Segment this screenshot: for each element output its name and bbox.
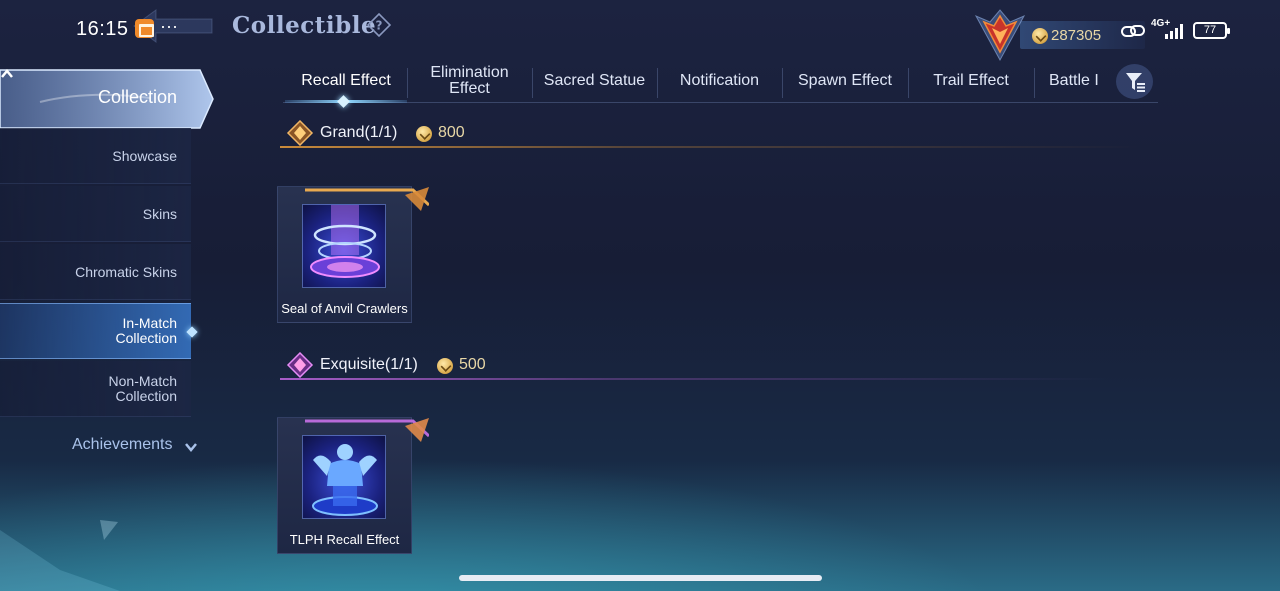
tab-battle[interactable]: Battle I bbox=[1034, 62, 1114, 100]
sidebar-item-label-line1: In-Match bbox=[122, 315, 177, 331]
section-divider bbox=[280, 146, 1140, 148]
tab-recall-effect[interactable]: Recall Effect bbox=[285, 62, 407, 100]
collectible-card[interactable]: TLPH Recall Effect bbox=[277, 417, 429, 554]
tab-label-line2: Effect bbox=[449, 80, 490, 97]
sidebar-item-label: Chromatic Skins bbox=[75, 263, 177, 280]
price-coin-icon bbox=[416, 126, 432, 142]
tab-label: Notification bbox=[679, 72, 760, 89]
tab-label: Battle I bbox=[1049, 72, 1099, 89]
battery-indicator: 77 bbox=[1193, 22, 1230, 39]
status-time: 16:15 bbox=[76, 18, 129, 40]
tab-elimination-effect[interactable]: Elimination Effect bbox=[407, 62, 532, 100]
sidebar-item-showcase[interactable]: Showcase bbox=[0, 128, 191, 184]
help-icon[interactable]: ? bbox=[367, 13, 391, 37]
collectible-name: TLPH Recall Effect bbox=[289, 532, 400, 547]
tab-notification[interactable]: Notification bbox=[657, 62, 782, 100]
sidebar-item-skins[interactable]: Skins bbox=[0, 186, 191, 242]
svg-text:?: ? bbox=[376, 19, 383, 33]
section-header-exquisite: Exquisite(1/1) 500 bbox=[280, 350, 1110, 382]
active-indicator-icon bbox=[186, 326, 198, 338]
page-title: Collectible bbox=[232, 12, 377, 39]
sidebar-item-label: Non-Match Collection bbox=[108, 372, 177, 404]
section-label: Exquisite(1/1) bbox=[320, 356, 418, 373]
sidebar-item-label-line2: Collection bbox=[115, 387, 177, 404]
sidebar-collection-header[interactable]: Collection bbox=[0, 68, 215, 130]
battle-point-coin-icon bbox=[1032, 28, 1048, 44]
collectible-card[interactable]: Seal of Anvil Crawlers bbox=[277, 186, 429, 323]
section-header-grand: Grand(1/1) 800 bbox=[280, 118, 1140, 150]
tab-label-line1: Elimination bbox=[430, 64, 509, 81]
sidebar-item-label: In-Match Collection bbox=[116, 316, 177, 346]
signal-strength-icon bbox=[1165, 24, 1183, 39]
section-price: 500 bbox=[459, 356, 486, 373]
sidebar-item-non-match-collection[interactable]: Non-Match Collection bbox=[0, 361, 191, 417]
currency-value: 287305 bbox=[1051, 27, 1102, 44]
home-indicator[interactable] bbox=[459, 575, 822, 581]
tab-spawn-effect[interactable]: Spawn Effect bbox=[782, 62, 908, 100]
sidebar-item-label: Showcase bbox=[112, 147, 177, 164]
sidebar-achievements[interactable]: Achievements bbox=[72, 436, 173, 454]
tab-label: Recall Effect bbox=[301, 72, 391, 89]
tab-label: Elimination Effect bbox=[430, 65, 508, 97]
sidebar-item-in-match-collection[interactable]: In-Match Collection bbox=[0, 303, 198, 359]
filter-button[interactable] bbox=[1116, 64, 1153, 99]
grand-grade-icon bbox=[286, 120, 314, 146]
tlph-statue-icon bbox=[302, 435, 386, 519]
notification-app-icon bbox=[135, 19, 154, 38]
status-more-dots: ··· bbox=[160, 16, 178, 36]
tab-sacred-statue[interactable]: Sacred Statue bbox=[532, 62, 657, 100]
tab-trail-effect[interactable]: Trail Effect bbox=[908, 62, 1034, 100]
background-crystal-decoration bbox=[0, 520, 120, 591]
link-icon bbox=[1121, 25, 1145, 37]
tab-label: Trail Effect bbox=[933, 72, 1009, 89]
chevron-down-icon[interactable] bbox=[184, 441, 198, 453]
sidebar-item-label: Skins bbox=[142, 205, 177, 222]
section-price: 800 bbox=[438, 124, 465, 141]
section-label: Grand(1/1) bbox=[320, 124, 398, 141]
section-divider bbox=[280, 378, 1110, 380]
anvil-seal-icon bbox=[302, 204, 386, 288]
sidebar-item-chromatic-skins[interactable]: Chromatic Skins bbox=[0, 244, 191, 300]
tab-label: Sacred Statue bbox=[543, 72, 646, 89]
sidebar-item-label-line2: Collection bbox=[115, 330, 177, 346]
sidebar-collection-label: Collection bbox=[97, 87, 177, 107]
exquisite-grade-icon bbox=[286, 352, 314, 378]
price-coin-icon bbox=[437, 358, 453, 374]
sidebar-item-label-line1: Non-Match bbox=[108, 372, 177, 389]
sidebar: Collection Showcase Skins Chromatic Skin… bbox=[0, 66, 215, 486]
rank-emblem-icon[interactable] bbox=[972, 8, 1028, 62]
filter-icon bbox=[1126, 73, 1145, 92]
category-tabs: Recall Effect Elimination Effect Sacred … bbox=[283, 62, 1158, 108]
collectible-name: Seal of Anvil Crawlers bbox=[281, 301, 408, 316]
tab-label: Spawn Effect bbox=[798, 72, 892, 89]
chevron-up-icon bbox=[1, 69, 13, 78]
